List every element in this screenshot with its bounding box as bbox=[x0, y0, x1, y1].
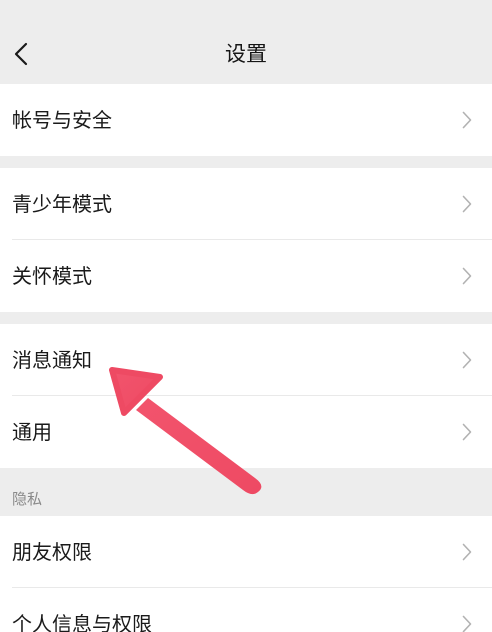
row-label: 帐号与安全 bbox=[12, 108, 112, 132]
chevron-right-icon bbox=[462, 111, 472, 129]
chevron-right-icon bbox=[462, 423, 472, 441]
row-label: 消息通知 bbox=[12, 348, 92, 372]
row-label: 通用 bbox=[12, 420, 52, 444]
nav-bar: 设置 bbox=[0, 0, 492, 84]
row-care-mode[interactable]: 关怀模式 bbox=[0, 240, 492, 312]
chevron-right-icon bbox=[462, 543, 472, 561]
row-general[interactable]: 通用 bbox=[0, 396, 492, 468]
row-label: 个人信息与权限 bbox=[12, 612, 152, 632]
group-modes: 青少年模式 关怀模式 bbox=[0, 168, 492, 312]
page-title: 设置 bbox=[225, 42, 267, 66]
row-account-security[interactable]: 帐号与安全 bbox=[0, 84, 492, 156]
section-header-privacy: 隐私 bbox=[12, 490, 43, 508]
row-notifications[interactable]: 消息通知 bbox=[0, 324, 492, 396]
group-account: 帐号与安全 bbox=[0, 84, 492, 156]
row-personal-info-permissions[interactable]: 个人信息与权限 bbox=[0, 588, 492, 632]
chevron-right-icon bbox=[462, 615, 472, 632]
row-label: 青少年模式 bbox=[12, 192, 112, 216]
chevron-right-icon bbox=[462, 351, 472, 369]
row-label: 朋友权限 bbox=[12, 540, 92, 564]
chevron-right-icon bbox=[462, 267, 472, 285]
chevron-right-icon bbox=[462, 195, 472, 213]
row-label: 关怀模式 bbox=[12, 264, 92, 288]
group-general: 消息通知 通用 bbox=[0, 324, 492, 468]
settings-screen: 设置 帐号与安全 青少年模式 关怀模式 消息通知 通用 隐私 朋友权限 个人信息… bbox=[0, 0, 492, 632]
row-friend-permissions[interactable]: 朋友权限 bbox=[0, 516, 492, 588]
group-privacy: 朋友权限 个人信息与权限 bbox=[0, 516, 492, 632]
row-teen-mode[interactable]: 青少年模式 bbox=[0, 168, 492, 240]
